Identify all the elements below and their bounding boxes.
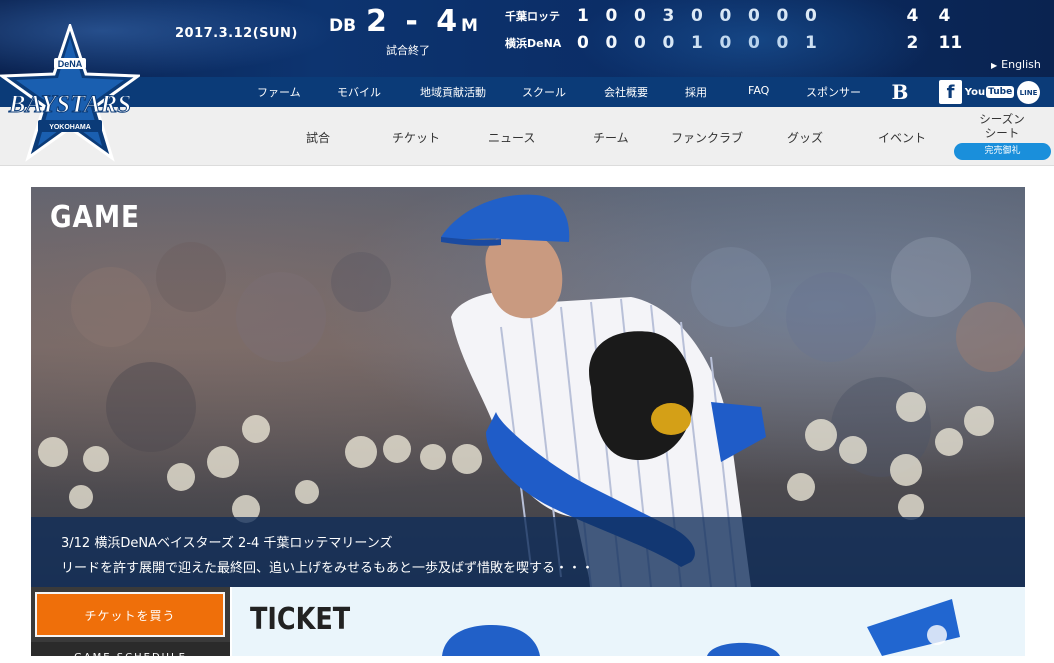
hero-section-title: GAME (50, 200, 140, 235)
home-team-abbr: DB (329, 16, 357, 36)
game-status: 試合終了 (386, 44, 430, 57)
inning-score: 0 (662, 33, 675, 53)
hero-caption-bar (31, 517, 1025, 587)
runs-total: 2 (906, 33, 919, 53)
inning-score: 0 (634, 33, 646, 53)
nav-item-team[interactable]: チーム (593, 129, 629, 146)
linescore-team: 横浜DeNA (505, 37, 562, 50)
youtube-icon[interactable]: You Tube (965, 80, 1015, 104)
inning-score: 0 (691, 6, 703, 26)
inning-score: 0 (605, 6, 618, 26)
nav-item-ticket[interactable]: チケット (392, 129, 440, 146)
facebook-icon[interactable]: f (939, 80, 962, 104)
season-label-2: シート (984, 126, 1020, 140)
nav-link-company[interactable]: 会社概要 (604, 84, 648, 100)
ticket-section-title: TICKET (250, 602, 351, 637)
hits-total: 11 (938, 33, 963, 53)
english-link[interactable]: ▶ English (991, 58, 1041, 71)
main-nav: 試合 チケット ニュース チーム ファンクラブ グッズ イベント (0, 107, 1054, 166)
logo-main-text: BAYSTARS (8, 91, 131, 118)
inning-score: 1 (691, 33, 703, 53)
inning-score: 3 (662, 6, 675, 26)
inning-score: 0 (748, 6, 760, 26)
nav-item-news[interactable]: ニュース (488, 129, 535, 146)
hits-total: 4 (938, 6, 951, 26)
nav-item-season-seat[interactable]: シーズン シート (954, 112, 1050, 140)
youtube-label: You (964, 86, 986, 98)
hero-game-banner[interactable]: GAME 3/12 横浜DeNAベイスターズ 2-4 千葉ロッテマリーンズ リー… (31, 187, 1025, 587)
linescore-row-lotte: 千葉ロッテ 1 0 0 3 0 0 0 0 0 4 4 (505, 5, 971, 27)
inning-score: 0 (805, 6, 817, 26)
nav-item-game[interactable]: 試合 (306, 129, 330, 146)
baystars-logo[interactable]: DeNA BAYSTARS YOKOHAMA (0, 24, 140, 162)
logo-dena-text: DeNA (58, 59, 83, 69)
inning-score: 0 (634, 6, 646, 26)
inning-score: 1 (577, 6, 589, 26)
nav-link-faq[interactable]: FAQ (748, 84, 769, 97)
inning-score: 0 (719, 33, 732, 53)
hero-caption-summary[interactable]: リードを許す展開で迎えた最終回、追い上げをみせるもあと一歩及ばず惜敗を喫する・・… (61, 557, 594, 576)
youtube-tube-label: Tube (986, 86, 1015, 98)
game-score[interactable]: 2 - 4 (366, 4, 461, 39)
linescore-row-dena: 横浜DeNA 0 0 0 0 1 0 0 0 1 2 11 (505, 32, 971, 54)
runs-total: 4 (906, 6, 919, 26)
english-label: English (1001, 58, 1041, 71)
inning-score: 0 (577, 33, 589, 53)
ticket-photo (442, 599, 960, 656)
ticket-section[interactable] (232, 587, 1025, 656)
sold-out-badge: 完売御礼 (954, 143, 1051, 160)
nav-item-event[interactable]: イベント (878, 129, 926, 146)
triangle-right-icon: ▶ (991, 61, 998, 70)
scoreboard-bar: 2017.3.12(SUN) DB 2 - 4 M 試合終了 千葉ロッテ 1 0… (0, 0, 1054, 77)
nav-link-farm[interactable]: ファーム (257, 84, 301, 100)
season-label-1: シーズン (979, 112, 1025, 126)
nav-item-goods[interactable]: グッズ (787, 129, 823, 146)
game-date: 2017.3.12(SUN) (175, 26, 298, 41)
b-logo-icon[interactable]: B (890, 80, 910, 104)
nav-item-fanclub[interactable]: ファンクラブ (671, 129, 743, 146)
inning-score: 0 (776, 33, 789, 53)
inning-score: 0 (719, 6, 732, 26)
game-schedule-label: GAME SCHEDULE (74, 652, 187, 663)
logo-sub-text: YOKOHAMA (49, 124, 91, 131)
game-schedule-button[interactable]: GAME SCHEDULE (31, 642, 230, 663)
inning-score: 0 (776, 6, 789, 26)
away-team-abbr: M (461, 16, 478, 36)
nav-link-school[interactable]: スクール (522, 84, 566, 100)
nav-link-sponsor[interactable]: スポンサー (806, 84, 861, 100)
inning-score: 0 (605, 33, 618, 53)
line-icon[interactable]: LINE (1017, 81, 1040, 104)
inning-score: 0 (748, 33, 760, 53)
nav-link-recruit[interactable]: 採用 (685, 84, 707, 100)
nav-link-mobile[interactable]: モバイル (337, 84, 381, 100)
linescore-team: 千葉ロッテ (505, 10, 560, 23)
inning-score: 1 (805, 33, 817, 53)
buy-ticket-button[interactable]: チケットを買う (35, 592, 225, 637)
nav-link-community[interactable]: 地域貢献活動 (420, 84, 486, 100)
hero-caption-headline[interactable]: 3/12 横浜DeNAベイスターズ 2-4 千葉ロッテマリーンズ (61, 532, 393, 551)
